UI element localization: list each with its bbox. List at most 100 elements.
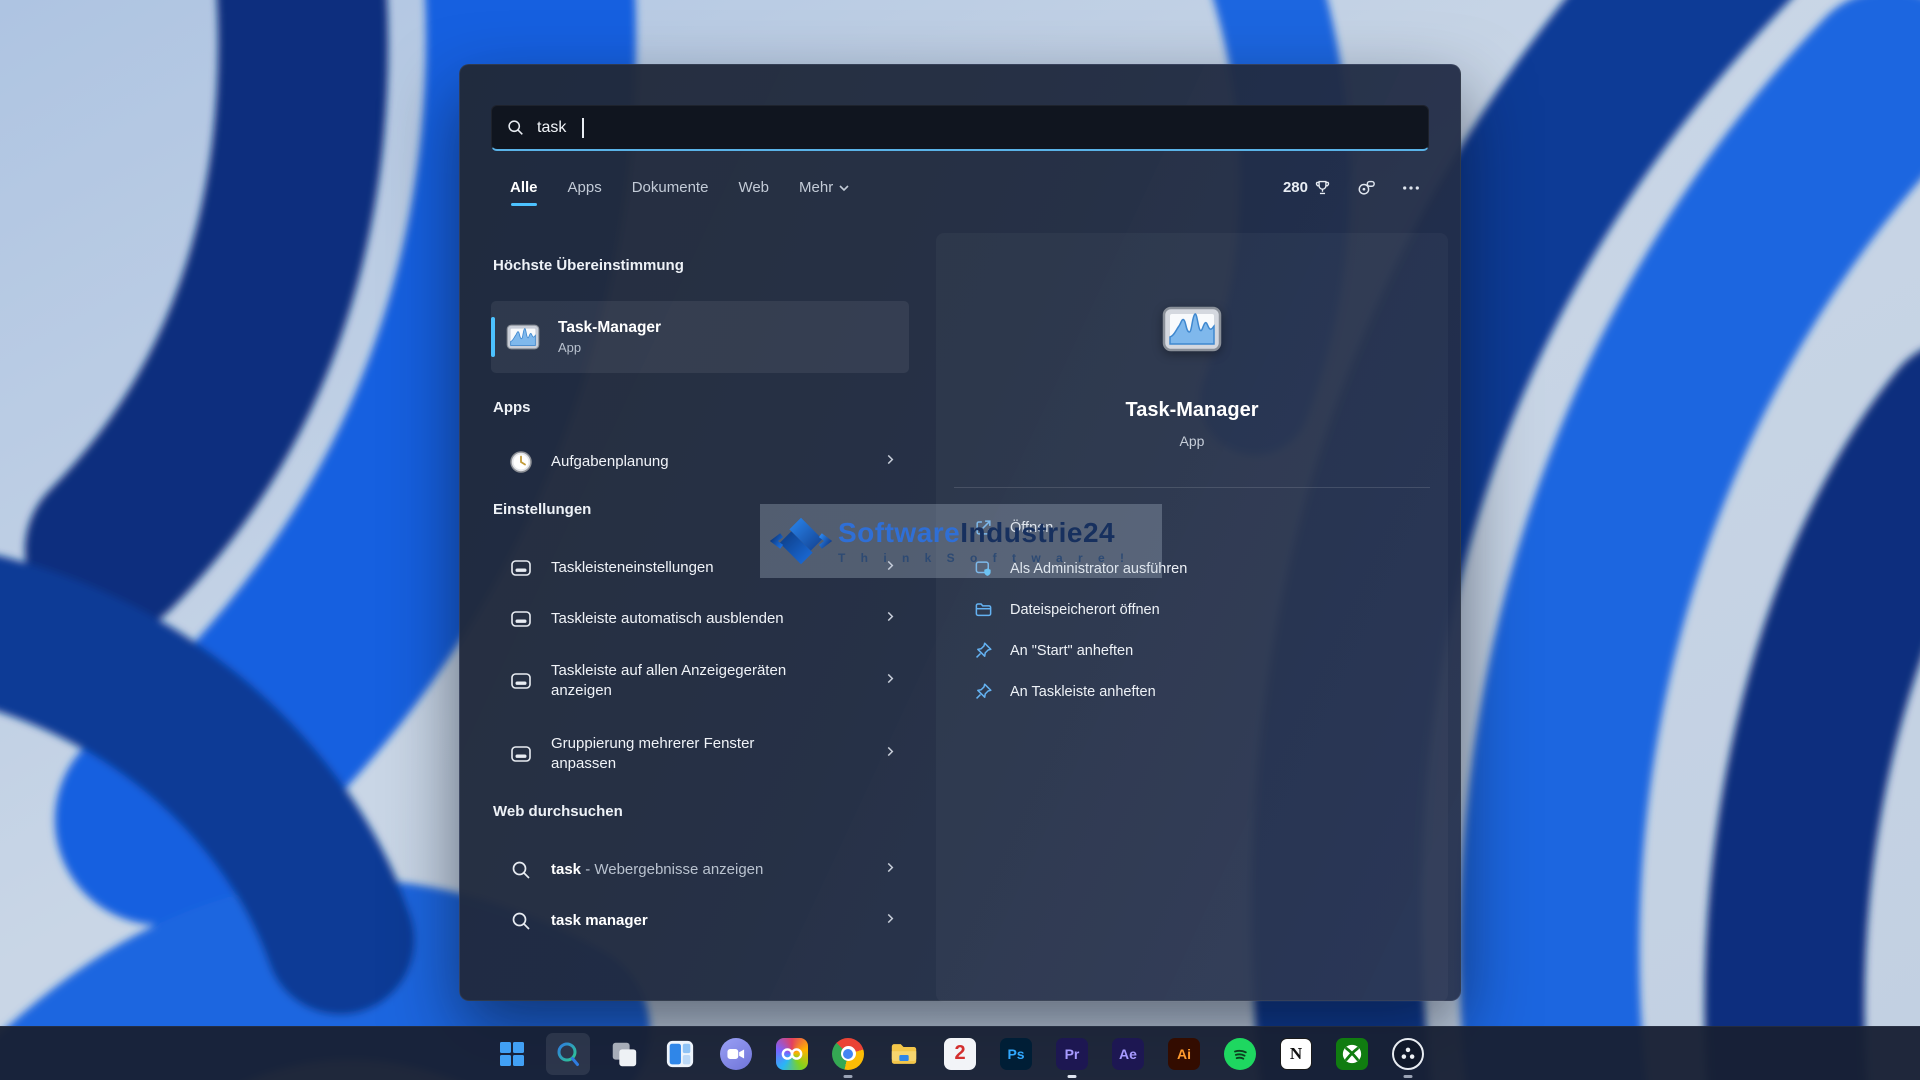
device-icon[interactable] xyxy=(1357,179,1376,196)
chrome-icon xyxy=(832,1038,864,1070)
chevron-right-icon xyxy=(883,453,897,472)
taskbar-photoshop-button[interactable]: Ps xyxy=(988,1027,1044,1080)
taskbar-creative-cloud-button[interactable] xyxy=(764,1027,820,1080)
taskbar-notion-button[interactable]: N xyxy=(1268,1027,1324,1080)
best-match-subtitle: App xyxy=(558,340,661,355)
taskbar-start-button[interactable] xyxy=(484,1027,540,1080)
folder-icon xyxy=(972,600,994,619)
search-tabs: Alle Apps Dokumente Web Mehr 280 xyxy=(510,179,1420,209)
watermark-logo-icon xyxy=(770,510,832,572)
section-header-apps: Apps xyxy=(493,399,531,416)
taskbar-chat-button[interactable] xyxy=(708,1027,764,1080)
search-icon xyxy=(508,911,534,931)
taskbar-game2-button[interactable]: 2 xyxy=(932,1027,988,1080)
watermark-brand-dark: Industrie24 xyxy=(960,517,1115,548)
taskbar-settings-icon xyxy=(508,742,534,766)
running-indicator xyxy=(1404,1075,1413,1078)
preview-app-name: Task-Manager xyxy=(936,399,1448,422)
tab-apps[interactable]: Apps xyxy=(568,179,602,197)
widgets-icon xyxy=(665,1039,695,1069)
section-header-web-search: Web durchsuchen xyxy=(493,803,623,820)
windows-logo-icon xyxy=(498,1040,526,1068)
preview-pane: Task-Manager App Öffnen Als Ad xyxy=(936,233,1448,1002)
taskbar-xbox-button[interactable] xyxy=(1324,1027,1380,1080)
taskbar: 2 Ps Pr Ae Ai xyxy=(0,1026,1920,1080)
tab-alle[interactable]: Alle xyxy=(510,179,538,206)
watermark-brand-light: Software xyxy=(838,517,960,548)
search-input[interactable]: task xyxy=(491,105,1429,151)
pin-icon xyxy=(972,682,994,701)
taskbar-file-explorer-button[interactable] xyxy=(876,1027,932,1080)
taskbar-widgets-button[interactable] xyxy=(652,1027,708,1080)
tab-web[interactable]: Web xyxy=(738,179,769,197)
chevron-right-icon xyxy=(883,861,897,880)
running-indicator xyxy=(1068,1075,1077,1078)
file-explorer-icon xyxy=(889,1039,919,1069)
web-query-term: task xyxy=(551,861,581,878)
result-gruppierung-fenster[interactable]: Gruppierung mehrerer Fenster anpassen xyxy=(491,718,909,790)
task-view-icon xyxy=(609,1039,639,1069)
action-pin-to-taskbar[interactable]: An Taskleiste anheften xyxy=(936,671,1448,712)
result-web-task[interactable]: task - Webergebnisse anzeigen xyxy=(491,845,909,895)
rewards-button[interactable]: 280 xyxy=(1283,179,1331,196)
running-indicator xyxy=(844,1075,853,1078)
divider xyxy=(954,487,1430,488)
chevron-right-icon xyxy=(883,912,897,931)
premiere-pro-icon: Pr xyxy=(1056,1038,1088,1070)
ellipsis-icon[interactable] xyxy=(1402,185,1420,191)
taskbar-chrome-button[interactable] xyxy=(820,1027,876,1080)
chevron-right-icon xyxy=(883,610,897,629)
taskbar-settings-icon xyxy=(508,556,534,580)
taskbar-spotify-button[interactable] xyxy=(1212,1027,1268,1080)
rewards-points: 280 xyxy=(1283,179,1308,196)
clock-icon xyxy=(508,450,534,474)
chevron-down-icon xyxy=(838,182,850,194)
taskbar-search-button[interactable] xyxy=(540,1027,596,1080)
notion-icon: N xyxy=(1280,1038,1312,1070)
adobe-creative-cloud-icon xyxy=(776,1038,808,1070)
video-chat-icon xyxy=(720,1038,752,1070)
taskbar-illustrator-button[interactable]: Ai xyxy=(1156,1027,1212,1080)
trophy-icon xyxy=(1314,179,1331,196)
text-caret xyxy=(582,118,584,138)
taskbar-settings-icon xyxy=(508,669,534,693)
search-icon xyxy=(507,119,524,136)
watermark-softwareindustrie24: SoftwareIndustrie24 T h i n k S o f t w … xyxy=(760,504,1162,578)
best-match-title: Task-Manager xyxy=(558,319,661,337)
section-header-settings: Einstellungen xyxy=(493,501,591,518)
preview-app-type: App xyxy=(936,433,1448,449)
web-query-suffix: - Webergebnisse anzeigen xyxy=(581,861,763,878)
task-manager-icon xyxy=(1160,297,1224,366)
illustrator-icon: Ai xyxy=(1168,1038,1200,1070)
taskbar-premiere-button[interactable]: Pr xyxy=(1044,1027,1100,1080)
taskbar-obs-button[interactable] xyxy=(1380,1027,1436,1080)
watermark-tagline: T h i n k S o f t w a r e ! xyxy=(838,551,1130,565)
obs-studio-icon xyxy=(1392,1038,1424,1070)
chevron-right-icon xyxy=(883,672,897,691)
after-effects-icon: Ae xyxy=(1112,1038,1144,1070)
taskbar-after-effects-button[interactable]: Ae xyxy=(1100,1027,1156,1080)
search-icon xyxy=(508,860,534,880)
result-taskleiste-anzeigegeraete[interactable]: Taskleiste auf allen Anzeigegeräten anze… xyxy=(491,645,909,717)
action-open-file-location[interactable]: Dateispeicherort öffnen xyxy=(936,589,1448,630)
result-taskleiste-ausblenden[interactable]: Taskleiste automatisch ausblenden xyxy=(491,594,909,644)
result-task-manager[interactable]: Task-Manager App xyxy=(491,301,909,373)
web-query-term: task manager xyxy=(551,912,648,929)
tab-dokumente[interactable]: Dokumente xyxy=(632,179,709,197)
task-manager-icon xyxy=(505,319,541,355)
action-pin-to-start[interactable]: An "Start" anheften xyxy=(936,630,1448,671)
taskbar-settings-icon xyxy=(508,607,534,631)
search-query-text: task xyxy=(537,119,566,137)
photoshop-icon: Ps xyxy=(1000,1038,1032,1070)
result-web-task-manager[interactable]: task manager xyxy=(491,896,909,946)
tab-mehr[interactable]: Mehr xyxy=(799,179,850,197)
xbox-icon xyxy=(1336,1038,1368,1070)
desktop: task Alle Apps Dokumente Web Mehr xyxy=(0,0,1920,1080)
chevron-right-icon xyxy=(883,745,897,764)
game-2-icon: 2 xyxy=(944,1038,976,1070)
section-header-best-match: Höchste Übereinstimmung xyxy=(493,257,684,274)
taskbar-task-view-button[interactable] xyxy=(596,1027,652,1080)
search-icon xyxy=(554,1040,582,1068)
pin-icon xyxy=(972,641,994,660)
result-aufgabenplanung[interactable]: Aufgabenplanung xyxy=(491,437,909,487)
